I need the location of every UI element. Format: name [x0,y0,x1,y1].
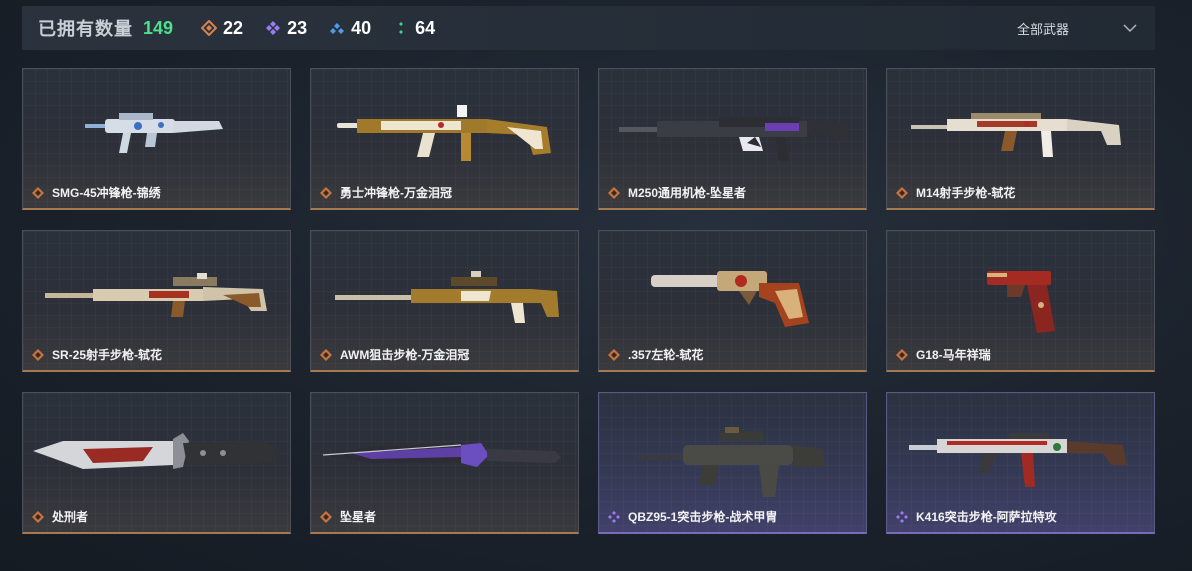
weapon-label: QBZ95-1突击步枪-战术甲胄 [608,508,777,525]
weapon-card[interactable]: SMG-45冲锋枪-锦绣 [22,68,291,210]
weapon-name: SR-25射手步枪-轼花 [52,348,163,362]
green-dots-icon [399,22,404,34]
rarity-count-blue: 40 [329,18,371,39]
orange-diamond-icon [896,348,908,361]
blue-diamond-icon [330,23,345,34]
weapon-image [337,105,551,161]
owned-count-label: 已拥有数量 [38,19,133,39]
rarity-count-orange: 22 [201,18,243,39]
weapon-card[interactable]: AWM狙击步枪-万金泪冠 [310,230,579,372]
weapon-card[interactable]: 勇士冲锋枪-万金泪冠 [310,68,579,210]
weapon-name: 勇士冲锋枪-万金泪冠 [340,186,452,200]
orange-diamond-icon [32,510,44,523]
weapon-image [85,113,223,153]
weapon-image [651,271,809,327]
weapon-image [45,273,267,317]
weapon-image [322,443,561,467]
owned-count-total: 149 [143,17,174,38]
purple-diamond-icon [608,510,620,523]
weapon-label: 处刑者 [32,508,88,525]
rarity-count-value: 40 [351,17,372,38]
weapon-name: 处刑者 [52,510,89,524]
chevron-down-icon [1123,24,1137,33]
weapon-card[interactable]: M14射手步枪-轼花 [886,68,1155,210]
weapon-image [637,427,825,497]
weapon-name: QBZ95-1突击步枪-战术甲胄 [628,510,778,524]
weapon-card[interactable]: M250通用机枪-坠星者 [598,68,867,210]
weapon-label: 勇士冲锋枪-万金泪冠 [320,184,452,201]
weapon-image [909,433,1127,487]
weapon-grid: SMG-45冲锋枪-锦绣 勇士冲锋枪-万金泪冠 M250通用机枪-坠星者 M14… [22,68,1155,534]
weapon-image [33,433,279,469]
weapon-name: SMG-45冲锋枪-锦绣 [52,186,161,200]
weapon-label: AWM狙击步枪-万金泪冠 [320,346,469,363]
weapon-label: M14射手步枪-轼花 [896,184,1015,201]
inventory-header: 已拥有数量 149 22 23 40 64 全部武器 [22,6,1155,50]
orange-diamond-icon [320,348,332,361]
weapon-card[interactable]: K416突击步枪-阿萨拉特攻 [886,392,1155,534]
weapon-label: K416突击步枪-阿萨拉特攻 [896,508,1057,525]
weapon-card[interactable]: 处刑者 [22,392,291,534]
weapon-name: .357左轮-轼花 [628,348,704,362]
weapon-label: SMG-45冲锋枪-锦绣 [32,184,161,201]
weapon-name: M250通用机枪-坠星者 [628,186,747,200]
weapon-filter-label: 全部武器 [1017,21,1070,37]
orange-diamond-icon [201,20,218,36]
purple-diamond-icon [266,21,281,35]
weapon-image [911,113,1121,157]
weapon-image [335,271,559,323]
weapon-label: M250通用机枪-坠星者 [608,184,746,201]
weapon-card[interactable]: SR-25射手步枪-轼花 [22,230,291,372]
weapon-name: M14射手步枪-轼花 [916,186,1016,200]
rarity-count-purple: 23 [265,18,307,39]
weapon-image [987,271,1055,333]
rarity-count-value: 64 [415,17,436,38]
weapon-label: G18-马年祥瑞 [896,346,991,363]
weapon-card[interactable]: G18-马年祥瑞 [886,230,1155,372]
weapon-card[interactable]: .357左轮-轼花 [598,230,867,372]
orange-diamond-icon [608,186,620,199]
purple-diamond-icon [896,510,908,523]
rarity-count-green: 64 [393,18,435,39]
weapon-label: 坠星者 [320,508,376,525]
weapon-name: 坠星者 [340,510,377,524]
weapon-name: K416突击步枪-阿萨拉特攻 [916,510,1057,524]
orange-diamond-icon [608,348,620,361]
orange-diamond-icon [32,186,44,199]
weapon-name: G18-马年祥瑞 [916,348,991,362]
weapon-label: SR-25射手步枪-轼花 [32,346,162,363]
rarity-count-value: 22 [223,17,244,38]
weapon-card[interactable]: QBZ95-1突击步枪-战术甲胄 [598,392,867,534]
rarity-count-value: 23 [287,17,308,38]
weapon-name: AWM狙击步枪-万金泪冠 [340,348,470,362]
orange-diamond-icon [320,510,332,523]
weapon-image [619,117,849,161]
orange-diamond-icon [32,348,44,361]
orange-diamond-icon [320,186,332,199]
orange-diamond-icon [896,186,908,199]
weapon-label: .357左轮-轼花 [608,346,703,363]
weapon-filter-dropdown[interactable]: 全部武器 [1017,6,1137,50]
weapon-card[interactable]: 坠星者 [310,392,579,534]
